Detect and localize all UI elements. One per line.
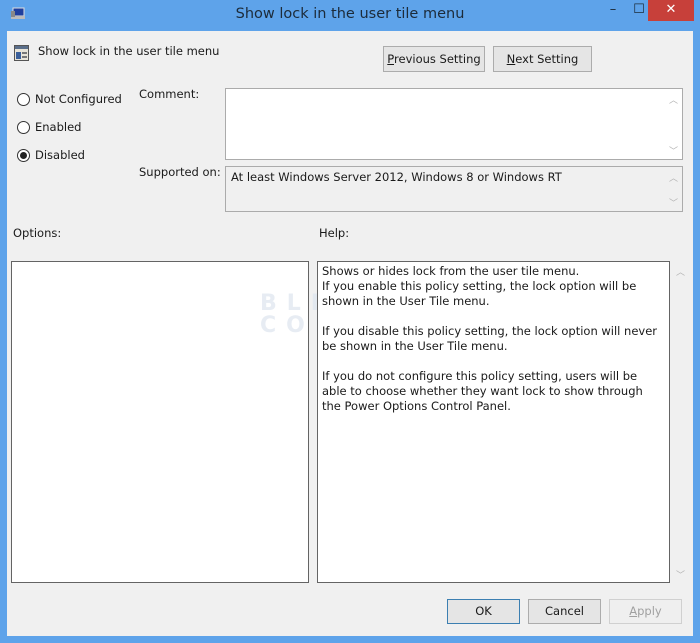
previous-setting-button[interactable]: Previous Setting: [383, 46, 485, 72]
setting-name: Show lock in the user tile menu: [38, 44, 220, 58]
options-label: Options:: [13, 226, 62, 240]
help-pane: Shows or hides lock from the user tile m…: [317, 261, 670, 583]
comment-label: Comment:: [139, 87, 200, 101]
minimize-button[interactable]: –: [600, 0, 626, 21]
scroll-up-icon[interactable]: ︿: [669, 171, 678, 184]
options-pane: [11, 261, 309, 583]
dialog-client-area: Show lock in the user tile menu Previous…: [7, 31, 693, 636]
help-label: Help:: [319, 226, 350, 240]
scroll-down-icon[interactable]: ﹀: [669, 144, 678, 157]
help-text: Shows or hides lock from the user tile m…: [322, 264, 658, 413]
radio-label: Enabled: [35, 120, 82, 134]
radio-label: Not Configured: [35, 92, 122, 106]
radio-button[interactable]: [17, 92, 30, 106]
policy-dialog-window: Show lock in the user tile menu – ☐ ✕ Sh…: [0, 0, 700, 643]
radio-button[interactable]: [17, 120, 30, 134]
next-setting-button[interactable]: Next Setting: [493, 46, 592, 72]
scroll-up-icon[interactable]: ︿: [676, 265, 685, 278]
scroll-down-icon[interactable]: ﹀: [669, 196, 678, 209]
policy-setting-icon: [14, 45, 29, 61]
comment-textarea[interactable]: ︿ ﹀: [225, 88, 683, 160]
radio-disabled[interactable]: Disabled: [17, 146, 85, 164]
radio-label: Disabled: [35, 148, 85, 162]
supported-on-field: At least Windows Server 2012, Windows 8 …: [225, 166, 683, 212]
radio-enabled[interactable]: Enabled: [17, 118, 81, 136]
supported-on-value: At least Windows Server 2012, Windows 8 …: [231, 170, 562, 184]
cancel-button[interactable]: Cancel: [528, 599, 601, 624]
scroll-down-icon[interactable]: ﹀: [676, 568, 685, 581]
radio-button-checked[interactable]: [17, 148, 30, 162]
window-title: Show lock in the user tile menu: [235, 6, 465, 22]
supported-on-label: Supported on:: [139, 165, 221, 179]
radio-not-configured[interactable]: Not Configured: [17, 90, 122, 108]
close-button[interactable]: ✕: [648, 0, 694, 21]
help-scrollbar[interactable]: ︿ ﹀: [672, 261, 688, 583]
apply-button[interactable]: Apply: [609, 599, 682, 624]
title-bar[interactable]: Show lock in the user tile menu – ☐ ✕: [0, 0, 700, 31]
ok-button[interactable]: OK: [447, 599, 520, 624]
scroll-up-icon[interactable]: ︿: [669, 93, 678, 106]
